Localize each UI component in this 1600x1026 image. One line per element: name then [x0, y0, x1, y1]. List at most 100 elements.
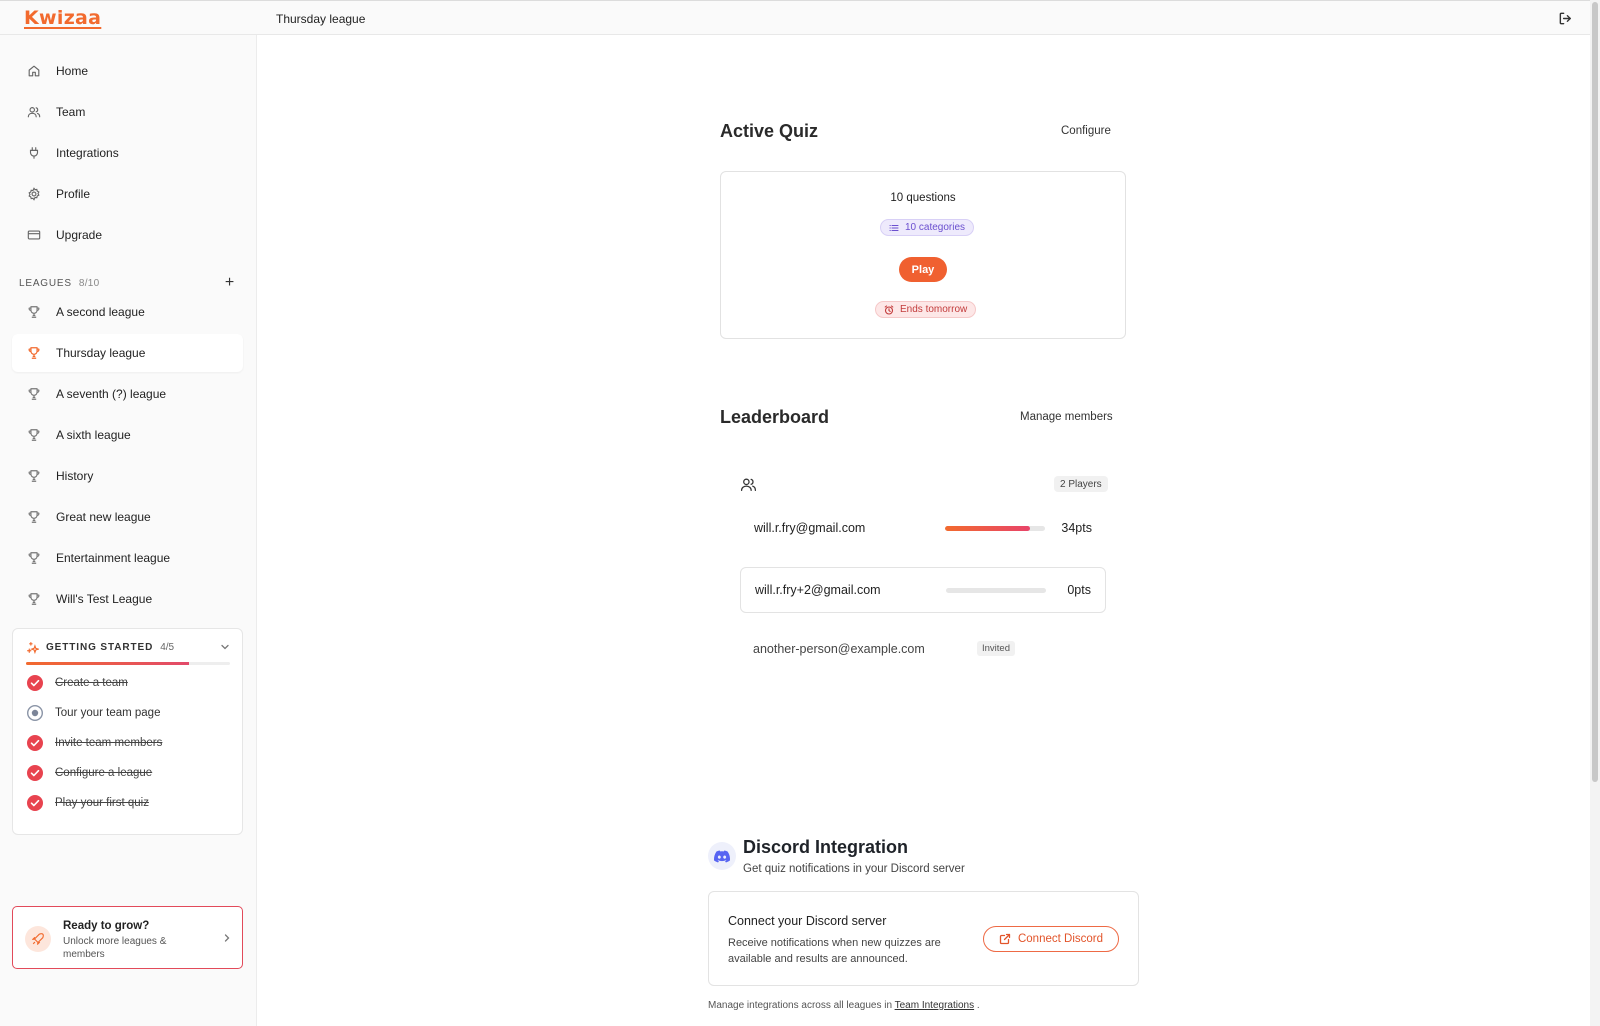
check-circle-icon — [27, 765, 43, 781]
leaderboard-row[interactable]: will.r.fry@gmail.com 34pts — [740, 506, 1106, 552]
league-item-active[interactable]: Thursday league — [12, 334, 243, 372]
discord-card-description: Receive notifications when new quizzes a… — [728, 937, 941, 965]
discord-icon — [708, 842, 736, 870]
getting-started-card: GETTING STARTED 4/5 Create a team Tour y… — [12, 628, 243, 835]
deadline-label: Ends tomorrow — [900, 304, 968, 315]
discord-connect-card: Connect your Discord server Receive noti… — [708, 891, 1139, 986]
home-icon — [26, 63, 42, 79]
getting-started-count: 4/5 — [160, 641, 175, 653]
league-label: Entertainment league — [56, 551, 171, 565]
rocket-icon — [25, 926, 51, 952]
checklist-item[interactable]: Tour your team page — [26, 703, 160, 723]
checklist-item[interactable]: Configure a league — [26, 763, 152, 783]
nav-item-integrations[interactable]: Integrations — [12, 134, 243, 172]
invited-badge: Invited — [977, 641, 1015, 656]
nav-item-upgrade[interactable]: Upgrade — [12, 216, 243, 254]
league-item[interactable]: A sixth league — [12, 416, 243, 454]
chevron-right-icon — [224, 934, 230, 942]
alarm-clock-icon — [884, 304, 894, 315]
chevron-down-icon[interactable] — [219, 641, 231, 653]
check-circle-icon — [27, 675, 43, 691]
check-circle-icon — [27, 735, 43, 751]
trophy-icon — [26, 345, 42, 361]
discord-title: Discord Integration — [743, 837, 909, 857]
promo-subtitle: Unlock more leagues & members — [63, 936, 167, 960]
manage-members-button[interactable]: Manage members — [1020, 411, 1113, 423]
play-button[interactable]: Play — [899, 257, 947, 282]
invited-email: another-person@example.com — [753, 642, 925, 656]
checklist-item[interactable]: Play your first quiz — [26, 793, 149, 813]
configure-button[interactable]: Configure — [1061, 125, 1111, 137]
league-item[interactable]: History — [12, 457, 243, 495]
question-count: 10 questions — [890, 192, 956, 204]
promo-title: Ready to grow? — [63, 920, 150, 932]
gear-icon — [26, 186, 42, 202]
trophy-icon — [26, 591, 42, 607]
checklist-label: Tour your team page — [55, 707, 161, 719]
leagues-count: 8/10 — [78, 277, 100, 289]
integrations-footnote: Manage integrations across all leagues i… — [708, 1000, 980, 1011]
player-email: will.r.fry@gmail.com — [754, 521, 866, 535]
league-item[interactable]: Entertainment league — [12, 539, 243, 577]
league-label: A sixth league — [56, 428, 131, 442]
trophy-icon — [26, 468, 42, 484]
trophy-icon — [26, 509, 42, 525]
nav-item-label: Home — [56, 64, 89, 78]
nav-item-label: Upgrade — [56, 228, 103, 242]
page-title: Thursday league — [276, 12, 366, 26]
checklist-label: Invite team members — [55, 737, 163, 749]
radio-circle-icon — [26, 704, 44, 722]
score-fill — [945, 526, 1030, 531]
getting-started-header[interactable]: GETTING STARTED 4/5 — [26, 639, 231, 655]
getting-started-title: GETTING STARTED — [46, 641, 154, 653]
scrollbar-thumb[interactable] — [1592, 2, 1598, 782]
page-scrollbar[interactable] — [1590, 0, 1600, 1026]
league-label: Thursday league — [56, 346, 146, 360]
getting-started-progress — [26, 662, 230, 665]
league-item[interactable]: A second league — [12, 293, 243, 331]
league-label: History — [56, 469, 94, 483]
credit-card-icon — [26, 227, 42, 243]
progress-fill — [26, 662, 190, 665]
player-email: will.r.fry+2@gmail.com — [755, 583, 881, 597]
users-icon — [740, 478, 757, 491]
leaderboard-row[interactable]: will.r.fry+2@gmail.com 0pts — [740, 567, 1106, 613]
nav-item-home[interactable]: Home — [12, 52, 243, 90]
discord-card-title: Connect your Discord server — [728, 914, 887, 928]
team-integrations-link[interactable]: Team Integrations — [895, 1000, 975, 1011]
connect-discord-button[interactable]: Connect Discord — [983, 926, 1119, 952]
deadline-badge: Ends tomorrow — [875, 301, 977, 318]
categories-badge[interactable]: 10 categories — [880, 219, 975, 236]
trophy-icon — [26, 304, 42, 320]
trophy-icon — [26, 550, 42, 566]
leagues-heading: LEAGUES — [19, 277, 72, 289]
nav-item-team[interactable]: Team — [12, 93, 243, 131]
league-item[interactable]: Will's Test League — [12, 580, 243, 618]
add-league-button[interactable]: + — [225, 275, 235, 291]
leaderboard-title: Leaderboard — [720, 407, 830, 427]
upgrade-promo-card[interactable]: Ready to grow? Unlock more leagues & mem… — [12, 906, 243, 969]
checklist-item[interactable]: Create a team — [26, 673, 128, 693]
sidebar: Home Team Integrations Profile Upgrade L… — [0, 35, 257, 1026]
league-item[interactable]: Great new league — [12, 498, 243, 536]
nav-item-profile[interactable]: Profile — [12, 175, 243, 213]
active-quiz-title: Active Quiz — [720, 121, 819, 141]
checklist-item[interactable]: Invite team members — [26, 733, 162, 753]
external-link-icon — [999, 933, 1011, 945]
league-item[interactable]: A seventh (?) league — [12, 375, 243, 413]
discord-subtitle: Get quiz notifications in your Discord s… — [743, 863, 965, 875]
score-bar — [946, 588, 1046, 593]
app-logo[interactable]: Kwizaa — [24, 7, 101, 29]
player-points: 34pts — [1061, 521, 1092, 535]
logout-icon[interactable] — [1558, 11, 1573, 26]
plug-icon — [26, 145, 42, 161]
discord-logo-icon — [714, 850, 730, 862]
leagues-header: LEAGUES 8/10 + — [19, 275, 235, 291]
nav-item-label: Profile — [56, 187, 91, 201]
top-bar: Kwizaa Thursday league — [0, 0, 1590, 35]
nav-item-label: Integrations — [56, 146, 119, 160]
check-circle-icon — [27, 795, 43, 811]
sparkles-icon — [27, 641, 39, 654]
score-bar — [945, 526, 1045, 531]
active-quiz-card: 10 questions 10 categories Play Ends tom… — [720, 171, 1126, 339]
